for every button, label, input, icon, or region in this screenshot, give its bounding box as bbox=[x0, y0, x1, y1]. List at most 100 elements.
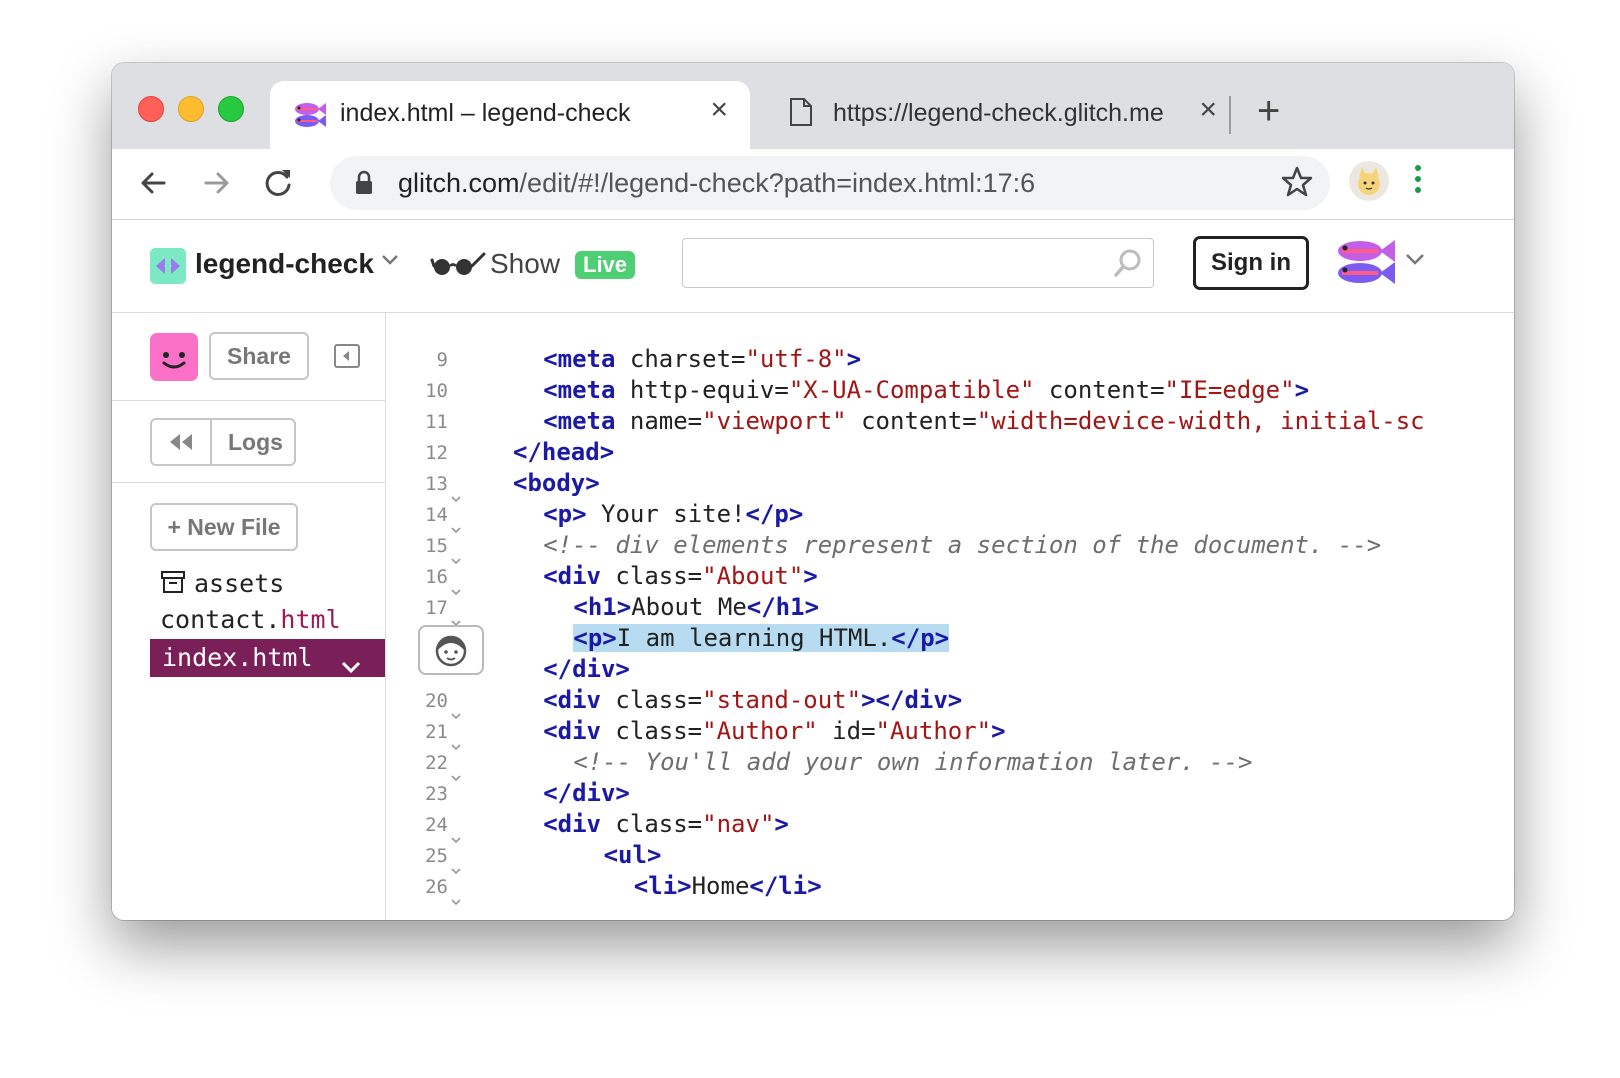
code-text: <!-- You'll add your own information lat… bbox=[573, 748, 1252, 776]
fold-chevron-icon[interactable] bbox=[450, 512, 462, 540]
code-line[interactable]: 14 <p> Your site!</p> bbox=[386, 500, 1514, 534]
code-token: "X-UA-Compatible" bbox=[788, 376, 1035, 404]
code-line[interactable]: 11 <meta name="viewport" content="width=d… bbox=[386, 407, 1514, 438]
browser-toolbar: glitch.com/edit/#!/legend-check?path=ind… bbox=[112, 149, 1514, 220]
tab-live-site[interactable]: https://legend-check.glitch.me × bbox=[757, 81, 1227, 149]
fold-chevron-icon[interactable] bbox=[450, 760, 462, 788]
code-token: content= bbox=[1034, 376, 1165, 404]
fold-chevron-icon[interactable] bbox=[450, 853, 462, 881]
fold-chevron-icon[interactable] bbox=[450, 884, 462, 912]
window-close-button[interactable] bbox=[138, 96, 164, 122]
code-token: <!-- div elements represent a section of… bbox=[543, 531, 1382, 559]
tab-index-html[interactable]: index.html – legend-check × bbox=[270, 81, 750, 149]
code-token: <div bbox=[543, 562, 601, 590]
url-host: glitch.com bbox=[398, 168, 520, 198]
code-text: <body> bbox=[513, 469, 600, 497]
code-token: "IE=edge" bbox=[1164, 376, 1295, 404]
code-line[interactable]: 16 <div class="About"> bbox=[386, 562, 1514, 596]
show-button[interactable]: Show bbox=[490, 248, 560, 280]
chevron-down-icon[interactable] bbox=[340, 649, 362, 687]
code-line[interactable]: <p>I am learning HTML.</p> bbox=[386, 624, 1514, 655]
new-file-button[interactable]: + New File bbox=[150, 503, 298, 551]
code-text: </div> bbox=[543, 655, 630, 683]
code-token: <p> bbox=[573, 624, 617, 652]
user-cursor-icon[interactable] bbox=[418, 625, 484, 675]
window-maximize-button[interactable] bbox=[218, 96, 244, 122]
fold-chevron-icon[interactable] bbox=[450, 574, 462, 602]
code-line[interactable]: 12 </head> bbox=[386, 438, 1514, 469]
share-button[interactable]: Share bbox=[209, 332, 309, 380]
code-token: Your site! bbox=[586, 500, 746, 528]
fold-chevron-icon[interactable] bbox=[450, 543, 462, 571]
code-line[interactable]: 20 <div class="stand-out"></div> bbox=[386, 686, 1514, 720]
code-line[interactable]: 24 <div class="nav"> bbox=[386, 810, 1514, 844]
close-icon[interactable]: × bbox=[710, 95, 728, 125]
sidebar: Share Logs + New File assets contact.htm… bbox=[112, 313, 386, 920]
line-number: 14 bbox=[425, 504, 448, 526]
search-input[interactable] bbox=[682, 238, 1154, 288]
code-token: </p> bbox=[745, 500, 804, 528]
forward-arrow-icon[interactable] bbox=[194, 161, 238, 205]
line-number: 21 bbox=[425, 721, 448, 743]
address-bar[interactable]: glitch.com/edit/#!/legend-check?path=ind… bbox=[330, 156, 1330, 210]
code-line[interactable]: 22 <!-- You'll add your own information l… bbox=[386, 748, 1514, 782]
avatar[interactable] bbox=[150, 333, 198, 381]
code-text: <div class="About"> bbox=[543, 562, 818, 590]
code-line[interactable]: 25 <ul> bbox=[386, 841, 1514, 875]
code-token: </div> bbox=[543, 655, 630, 683]
chevron-down-icon[interactable] bbox=[380, 252, 400, 271]
fold-chevron-icon[interactable] bbox=[450, 822, 462, 850]
code-line[interactable]: 23 </div> bbox=[386, 779, 1514, 810]
profile-avatar-icon[interactable] bbox=[1349, 161, 1389, 201]
project-name[interactable]: legend-check bbox=[195, 248, 374, 280]
code-token: "stand-out" bbox=[702, 686, 862, 714]
browser-window: index.html – legend-check × https://lege… bbox=[112, 63, 1514, 920]
code-line[interactable]: 21 <div class="Author" id="Author"> bbox=[386, 717, 1514, 751]
code-token: <meta bbox=[543, 407, 616, 435]
code-line[interactable]: 10 <meta http-equiv="X-UA-Compatible" con… bbox=[386, 376, 1514, 407]
close-icon[interactable]: × bbox=[1199, 95, 1217, 125]
star-icon[interactable] bbox=[1280, 165, 1314, 204]
code-line[interactable]: </div> bbox=[386, 655, 1514, 686]
chevron-down-icon[interactable] bbox=[1404, 252, 1426, 271]
logs-button[interactable]: Logs bbox=[150, 418, 296, 466]
file-item-contact[interactable]: contact.html bbox=[160, 605, 341, 634]
code-line[interactable]: 17 <h1>About Me</h1> bbox=[386, 593, 1514, 627]
collapse-panel-icon[interactable] bbox=[334, 344, 360, 368]
live-badge[interactable]: Live bbox=[575, 251, 636, 279]
fold-chevron-icon[interactable] bbox=[450, 698, 462, 726]
code-line[interactable]: 15 <!-- div elements represent a section … bbox=[386, 531, 1514, 565]
code-token: <meta bbox=[543, 376, 616, 404]
archive-icon bbox=[160, 569, 186, 601]
code-line[interactable]: 9 <meta charset="utf-8"> bbox=[386, 345, 1514, 376]
file-item-index-active[interactable]: index.html bbox=[150, 639, 385, 677]
fold-chevron-icon[interactable] bbox=[450, 481, 462, 509]
line-number: 16 bbox=[425, 566, 448, 588]
file-item-assets[interactable]: assets bbox=[160, 569, 284, 601]
code-editor[interactable]: 26 <li>Home</li> 25 <ul> 24 <div class="nav">… bbox=[386, 313, 1514, 920]
code-token: </p> bbox=[891, 624, 950, 652]
sign-in-button[interactable]: Sign in bbox=[1193, 236, 1309, 290]
code-line[interactable]: 26 <li>Home</li> bbox=[386, 872, 1514, 906]
fold-chevron-icon[interactable] bbox=[450, 729, 462, 757]
code-text: <div class="nav"> bbox=[543, 810, 789, 838]
glitch-fish-icon[interactable] bbox=[1334, 236, 1396, 293]
new-tab-button[interactable]: + bbox=[1257, 91, 1280, 131]
back-arrow-icon[interactable] bbox=[132, 161, 176, 205]
glasses-icon[interactable] bbox=[430, 248, 486, 283]
code-token: "Author" bbox=[702, 717, 818, 745]
more-vert-icon[interactable] bbox=[1415, 165, 1423, 198]
code-text: <div class="Author" id="Author"> bbox=[543, 717, 1005, 745]
line-number: 20 bbox=[425, 690, 448, 712]
line-number: 25 bbox=[425, 845, 448, 867]
code-text: <li>Home</li> bbox=[634, 872, 822, 900]
code-token: > bbox=[846, 345, 862, 373]
reload-icon[interactable] bbox=[256, 161, 300, 205]
window-minimize-button[interactable] bbox=[178, 96, 204, 122]
project-logo-icon bbox=[150, 248, 186, 289]
code-line-partial bbox=[386, 319, 1514, 331]
code-line[interactable]: 13 <body> bbox=[386, 469, 1514, 503]
search-icon[interactable] bbox=[1113, 248, 1143, 283]
line-number: 26 bbox=[425, 876, 448, 898]
code-token: "About" bbox=[702, 562, 804, 590]
